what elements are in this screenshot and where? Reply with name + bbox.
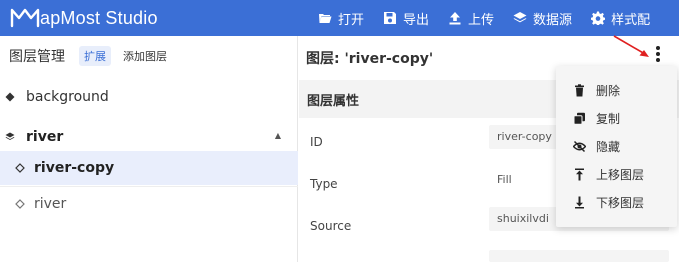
datasource-label: 数据源 [533, 12, 573, 28]
diamond-outline-icon [15, 163, 25, 173]
arrow-up-icon [575, 168, 584, 180]
app-logo: apMost Studio [10, 6, 158, 30]
open-button[interactable]: 打开 [318, 9, 364, 28]
style-config-button[interactable]: 样式配 [591, 9, 650, 28]
layer-name: river-copy [34, 160, 115, 176]
datasource-button[interactable]: 数据源 [513, 9, 572, 28]
layer-item-river-copy[interactable]: river-copy [0, 151, 298, 185]
menu-item-label: 隐藏 [596, 139, 621, 154]
upload-label: 上传 [468, 12, 495, 28]
layer-panel: 图层管理 扩展 添加图层 background river ▲ river-co… [0, 36, 298, 262]
diamond-outline-icon [15, 198, 25, 209]
menu-item-hide[interactable]: 隐藏 [556, 132, 677, 160]
layer-name: river [34, 195, 67, 212]
menu-item-label: 复制 [596, 111, 621, 126]
layer-context-menu: 删除 复制 隐藏 上移图层 下移图层 [556, 66, 677, 227]
folder-open-icon [319, 14, 332, 23]
collapse-caret-icon[interactable]: ▲ [275, 131, 281, 140]
trash-icon [575, 83, 584, 96]
toolbar: 打开 导出 上传 数据源 样式配 [318, 0, 669, 36]
layer-group-name: river [26, 128, 64, 145]
layer-panel-title: 图层管理 [9, 49, 65, 65]
diamond-icon [5, 92, 15, 102]
copy-icon [573, 112, 585, 125]
upload-icon [449, 12, 461, 25]
prop-label-id: ID [310, 135, 323, 149]
expand-button[interactable]: 扩展 [79, 46, 111, 66]
layer-properties-title: 图层属性 [307, 94, 360, 109]
app-title: apMost Studio [40, 7, 158, 28]
annotation-arrow-icon [613, 35, 649, 57]
prop-label-type: Type [310, 177, 338, 191]
menu-item-delete[interactable]: 删除 [556, 76, 677, 104]
layer-editor-title: 图层: 'river-copy' [306, 51, 434, 67]
arrow-down-icon [575, 196, 584, 208]
layer-name: background [26, 89, 109, 105]
upload-button[interactable]: 上传 [448, 9, 494, 28]
menu-item-copy[interactable]: 复制 [556, 104, 677, 132]
logo-m-icon [10, 8, 40, 28]
open-label: 打开 [338, 12, 365, 28]
layers-icon [513, 12, 527, 23]
layer-panel-header: 图层管理 扩展 添加图层 [0, 36, 298, 76]
layer-group-river[interactable]: river ▲ [0, 122, 298, 152]
save-icon [384, 12, 397, 24]
menu-item-label: 删除 [596, 83, 621, 98]
export-button[interactable]: 导出 [383, 9, 429, 28]
menu-item-move-down[interactable]: 下移图层 [556, 188, 677, 216]
export-label: 导出 [403, 12, 430, 28]
layers-icon [5, 132, 15, 140]
top-bar: apMost Studio 打开 导出 上传 数据源 样式配 [0, 0, 679, 36]
layer-item-background[interactable]: background [0, 80, 298, 114]
style-config-label: 样式配 [611, 12, 651, 28]
add-layer-button[interactable]: 添加图层 [123, 48, 167, 64]
eye-off-icon [573, 140, 586, 152]
prop-input-next[interactable] [489, 250, 669, 262]
gear-icon [591, 11, 606, 25]
more-options-icon[interactable] [652, 45, 664, 63]
menu-item-label: 上移图层 [596, 167, 645, 182]
menu-item-label: 下移图层 [596, 195, 645, 210]
prop-label-source: Source [310, 219, 352, 233]
layer-item-river[interactable]: river [0, 186, 298, 220]
menu-item-move-up[interactable]: 上移图层 [556, 160, 677, 188]
